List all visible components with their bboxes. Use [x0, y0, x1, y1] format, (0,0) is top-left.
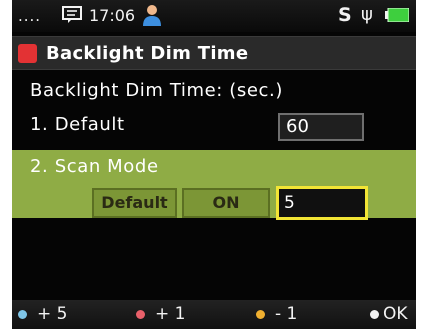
user-icon: [143, 5, 161, 26]
softkey-minus-1[interactable]: - 1: [256, 304, 297, 324]
device-screen: .... 17:06 S ψ Backlight Dim Time Backli…: [12, 0, 416, 329]
scan-default-option[interactable]: Default: [92, 188, 177, 218]
message-icon: [62, 6, 82, 23]
setting-heading: Backlight Dim Time: (sec.): [30, 80, 283, 101]
menu-square-icon: [18, 44, 37, 63]
scan-on-option[interactable]: ON: [182, 188, 270, 218]
battery-icon: [385, 8, 409, 22]
softkey-bar: + 5 + 1 - 1 OK: [12, 300, 416, 329]
clock-time: 17:06: [89, 6, 136, 25]
default-value-field[interactable]: 60: [278, 113, 364, 141]
softkey-label: - 1: [275, 304, 298, 324]
softkey-ok[interactable]: OK: [370, 304, 408, 324]
softkey-plus-5[interactable]: + 5: [18, 304, 67, 324]
white-dot-icon: [370, 309, 379, 319]
red-dot-icon: [136, 309, 145, 319]
softkey-label: + 5: [37, 304, 68, 324]
signal-dots: ....: [18, 7, 42, 25]
softkey-label: + 1: [155, 304, 186, 324]
s-status-icon: S: [338, 4, 352, 26]
softkey-plus-1[interactable]: + 1: [136, 304, 185, 324]
scan-mode-value-field[interactable]: 5: [276, 186, 368, 220]
usb-icon: ψ: [361, 4, 373, 25]
status-bar: .... 17:06 S ψ: [12, 0, 416, 32]
softkey-label: OK: [383, 304, 408, 324]
page-title: Backlight Dim Time: [46, 43, 249, 64]
default-option-label[interactable]: 1. Default: [30, 114, 125, 135]
scan-mode-label: 2. Scan Mode: [30, 156, 159, 177]
yellow-dot-icon: [256, 309, 265, 319]
blue-dot-icon: [18, 309, 27, 319]
title-bar: Backlight Dim Time: [12, 36, 416, 70]
